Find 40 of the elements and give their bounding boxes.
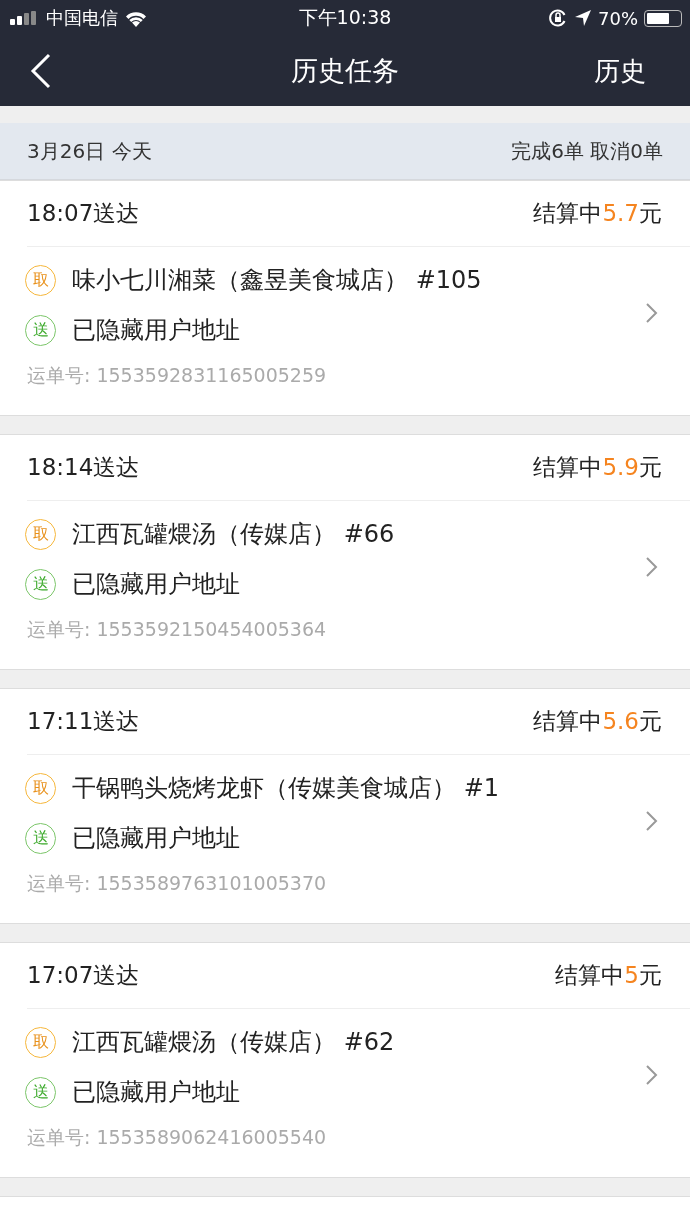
battery-icon: [644, 9, 682, 27]
waybill-number: 运单号: 1553592150454005364: [27, 617, 328, 642]
chevron-right-icon: [646, 1065, 658, 1085]
chevron-right-icon: [646, 811, 658, 831]
stop-address: 已隐藏用户地址: [72, 823, 240, 854]
stop-address: 江西瓦罐煨汤（传媒店） #62: [72, 1027, 395, 1058]
location-arrow-icon: [574, 9, 592, 27]
delivery-time: 17:07送达: [27, 961, 140, 990]
wifi-icon: [124, 9, 148, 27]
page-title: 历史任务: [291, 54, 399, 88]
settlement-amount: 结算中 5.6元: [533, 707, 662, 736]
history-button[interactable]: 历史: [594, 53, 646, 89]
stop-address: 已隐藏用户地址: [72, 315, 240, 346]
stop-address: 已隐藏用户地址: [72, 569, 240, 600]
waybill-number: 运单号: 1553589763101005370: [27, 871, 328, 896]
delivery-time: 18:14送达: [27, 453, 140, 482]
clock-time: 下午10:38: [298, 5, 392, 30]
date-label: 3月26日 今天: [27, 137, 152, 165]
stop-address: 干锅鸭头烧烤龙虾（传媒美食城店） #1: [72, 773, 499, 804]
order-card[interactable]: 17:11送达 结算中 5.6元 取 干锅鸭头烧烤龙虾（传媒美食城店） #1 送 已隐藏用户地址 运单号: 1553589763101005370: [0, 688, 690, 924]
settlement-amount: 结算中 5.7元: [533, 199, 662, 228]
order-card[interactable]: 17:07送达 结算中 5元 取 江西瓦罐煨汤（传媒店） #62 送 已隐藏用户地址 运单号: 1553589062416005540: [0, 942, 690, 1178]
delivery-time: 17:11送达: [27, 707, 140, 736]
delivery-time: 18:07送达: [27, 199, 140, 228]
waybill-number: 运单号: 1553589062416005540: [27, 1125, 328, 1150]
battery-percent: 70%: [598, 7, 638, 29]
order-card[interactable]: 18:07送达 结算中 5.7元 取 味小七川湘菜（鑫昱美食城店） #105 送 已隐藏用户地址 运单号: 1553592831165005259: [0, 180, 690, 416]
back-button[interactable]: [30, 53, 52, 89]
carrier-name: 中国电信: [46, 6, 118, 30]
chevron-right-icon: [646, 557, 658, 577]
settlement-amount: 结算中 5.9元: [533, 453, 662, 482]
stop-address: 江西瓦罐煨汤（传媒店） #66: [72, 519, 395, 550]
order-card[interactable]: 18:14送达 结算中 5.9元 取 江西瓦罐煨汤（传媒店） #66 送 已隐藏用户地址 运单号: 1553592150454005364: [0, 434, 690, 670]
stop-address: 味小七川湘菜（鑫昱美食城店） #105: [72, 265, 482, 296]
rotation-lock-icon: [548, 8, 568, 28]
stop-address: 已隐藏用户地址: [72, 1077, 240, 1108]
chevron-right-icon: [646, 303, 658, 323]
waybill-number: 运单号: 1553592831165005259: [27, 363, 328, 388]
settlement-amount: 结算中 5元: [555, 961, 662, 990]
day-summary: 完成6单 取消0单: [511, 137, 663, 165]
